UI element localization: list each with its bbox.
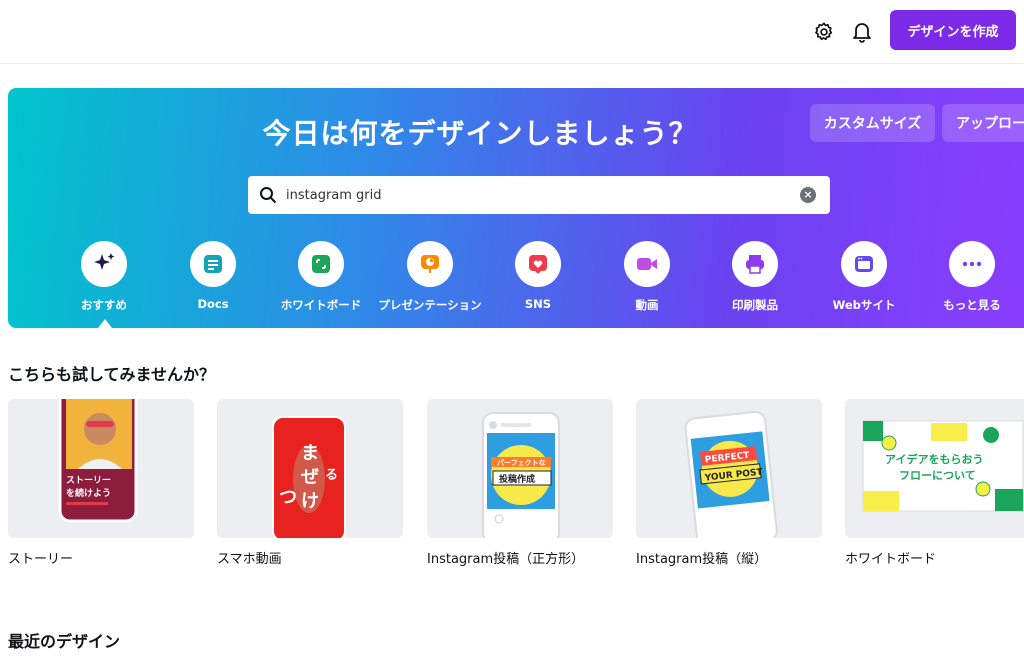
category-label: おすすめ bbox=[81, 298, 127, 312]
search-bar[interactable]: instagram grid × bbox=[248, 176, 830, 214]
card-label: スマホ動画 bbox=[217, 552, 282, 567]
mobile-video-thumbnail: ま ぜ つ け る bbox=[217, 399, 403, 538]
svg-text:け: け bbox=[301, 491, 319, 512]
svg-text:ストーリー: ストーリー bbox=[66, 475, 111, 486]
svg-text:ま: ま bbox=[301, 443, 319, 464]
category-docs[interactable]: Docs bbox=[158, 241, 268, 311]
category-label: Docs bbox=[197, 297, 229, 311]
category-label: Webサイト bbox=[832, 298, 896, 312]
top-bar: デザインを作成 bbox=[0, 0, 1024, 64]
category-presentation[interactable]: プレゼンテーション bbox=[375, 241, 485, 313]
video-icon bbox=[624, 241, 670, 287]
heart-icon bbox=[515, 241, 561, 287]
svg-text:アイデアをもらおう: アイデアをもらおう bbox=[885, 452, 983, 466]
gear-icon[interactable] bbox=[806, 14, 842, 50]
whiteboard-thumbnail: アイデアをもらおう フローについて bbox=[845, 399, 1024, 538]
card-label: Instagram投稿（縦） bbox=[636, 552, 768, 567]
category-print[interactable]: 印刷製品 bbox=[700, 241, 810, 313]
bell-icon[interactable] bbox=[844, 14, 880, 50]
svg-text:を続けよう: を続けよう bbox=[66, 487, 111, 499]
svg-text:パーフェクトな: パーフェクトな bbox=[497, 458, 546, 467]
category-whiteboard[interactable]: ホワイトボード bbox=[266, 241, 376, 313]
svg-text:ぜ: ぜ bbox=[301, 467, 319, 488]
story-thumbnail: ストーリー を続けよう bbox=[8, 399, 194, 538]
category-website[interactable]: Webサイト bbox=[809, 241, 919, 313]
category-label: 印刷製品 bbox=[732, 298, 778, 312]
selected-indicator bbox=[98, 319, 112, 328]
upload-button[interactable]: アップロード bbox=[942, 104, 1024, 142]
category-label: プレゼンテーション bbox=[378, 298, 482, 312]
whiteboard-icon bbox=[298, 241, 344, 287]
category-video[interactable]: 動画 bbox=[592, 241, 702, 313]
category-label: ホワイトボード bbox=[280, 298, 362, 312]
custom-size-button[interactable]: カスタムサイズ bbox=[810, 104, 935, 142]
category-more[interactable]: もっと見る bbox=[917, 241, 1024, 313]
category-label: SNS bbox=[524, 297, 552, 311]
sparkle-icon bbox=[81, 241, 127, 287]
printer-icon bbox=[732, 241, 778, 287]
svg-text:つ: つ bbox=[279, 487, 297, 508]
svg-text:フローについて: フローについて bbox=[899, 469, 976, 482]
instagram-square-thumbnail: パーフェクトな 投稿作成 bbox=[427, 399, 613, 538]
clear-icon[interactable]: × bbox=[800, 187, 816, 203]
create-design-button[interactable]: デザインを作成 bbox=[890, 10, 1016, 50]
search-icon bbox=[256, 183, 280, 207]
template-card-mobile-video[interactable]: ま ぜ つ け る bbox=[217, 399, 403, 538]
search-input[interactable]: instagram grid bbox=[286, 188, 382, 203]
template-card-instagram-square[interactable]: パーフェクトな 投稿作成 bbox=[427, 399, 613, 538]
card-label: ホワイトボード bbox=[845, 552, 937, 567]
category-sns[interactable]: SNS bbox=[483, 241, 593, 311]
category-recommended[interactable]: おすすめ bbox=[49, 241, 159, 313]
suggestions-title: こちらも試してみませんか？ bbox=[8, 365, 216, 384]
docs-icon bbox=[190, 241, 236, 287]
svg-text:投稿作成: 投稿作成 bbox=[499, 473, 535, 485]
template-card-instagram-portrait[interactable]: PERFECT YOUR POST bbox=[636, 399, 822, 538]
card-label: ストーリー bbox=[8, 552, 74, 567]
recent-designs-title: 最近のデザイン bbox=[8, 632, 121, 651]
category-label: 動画 bbox=[635, 298, 659, 312]
more-icon bbox=[949, 241, 995, 287]
presentation-icon bbox=[407, 241, 453, 287]
template-card-story[interactable]: ストーリー を続けよう bbox=[8, 399, 194, 538]
instagram-portrait-thumbnail: PERFECT YOUR POST bbox=[636, 399, 822, 538]
website-icon bbox=[841, 241, 887, 287]
card-label: Instagram投稿（正方形） bbox=[427, 552, 585, 567]
category-label: もっと見る bbox=[943, 298, 1001, 312]
svg-text:る: る bbox=[325, 468, 338, 483]
template-card-whiteboard[interactable]: アイデアをもらおう フローについて bbox=[845, 399, 1024, 538]
